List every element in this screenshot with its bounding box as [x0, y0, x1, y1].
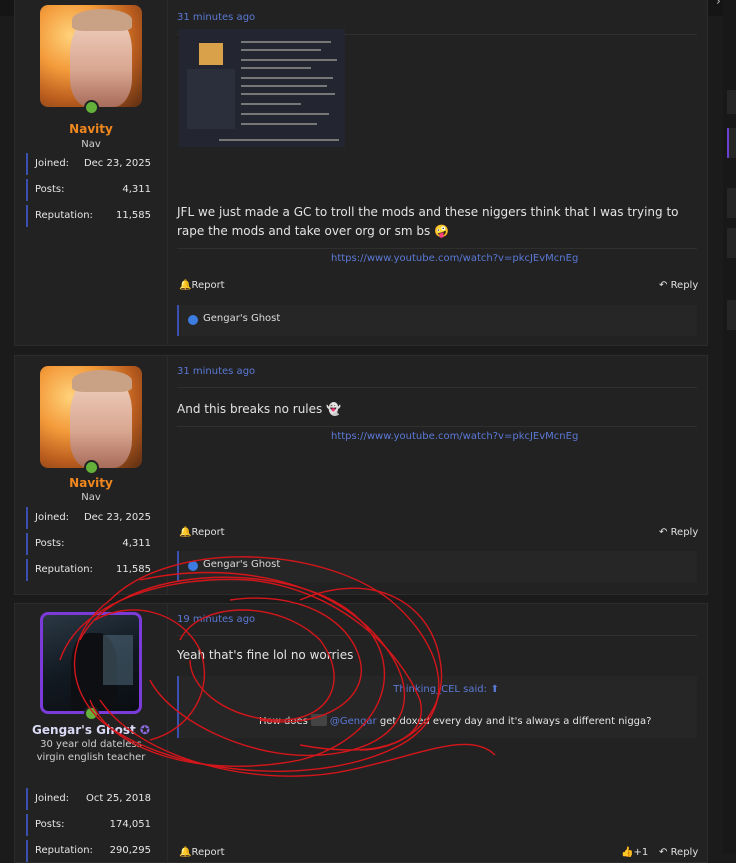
post: Navity Nav Joined: Dec 23, 2025 Posts: 4,3…	[14, 355, 708, 595]
author-title: 30 year old dateless virgin english teac…	[36, 739, 146, 763]
reply-button[interactable]: ↶ Reply	[659, 847, 698, 858]
report-button[interactable]: 🔔Report	[179, 527, 225, 538]
quote-author[interactable]: Thinking_CEL said:	[393, 684, 487, 695]
stat-posts: Posts: 174,051	[26, 814, 159, 836]
post-author-panel: Navity Nav Joined: Dec 23, 2025 Posts: 4,3…	[15, 0, 168, 345]
reply-button[interactable]: ↶ Reply	[659, 527, 698, 538]
stat-joined: Joined: Dec 23, 2025	[26, 507, 159, 529]
post-message: Yeah that's fine lol no worries	[177, 648, 354, 662]
post-timestamp[interactable]: 19 minutes ago	[177, 614, 255, 625]
post-message: JFL we just made a GC to troll the mods …	[177, 205, 679, 238]
avatar[interactable]	[40, 366, 142, 468]
right-sidebar-edge	[723, 0, 736, 854]
stat-joined: Joined: Dec 23, 2025	[26, 153, 159, 175]
jump-to-quote-icon[interactable]: ⬆	[491, 684, 499, 695]
stat-posts: Posts: 4,311	[26, 179, 159, 201]
stat-reputation: Reputation: 290,295	[26, 840, 159, 862]
author-title: Nav	[81, 492, 101, 503]
avatar[interactable]	[40, 612, 142, 714]
stat-reputation: Reputation: 11,585	[26, 559, 159, 581]
report-button[interactable]: 🔔Report	[179, 280, 225, 291]
quote-block: Thinking_CEL said: ⬆ How does @Gengar get…	[177, 676, 697, 738]
post: Gengar's Ghost ✪ 30 year old dateless vi…	[14, 603, 708, 863]
reaction-count[interactable]: 👍+1	[621, 847, 648, 858]
emoji-icon	[310, 714, 327, 726]
author-name[interactable]: Navity	[15, 476, 167, 490]
quote-text: How does @Gengar get doxed every day and …	[259, 714, 652, 727]
reactions-bar[interactable]: Gengar's Ghost	[177, 305, 697, 336]
verified-badge-icon: ✪	[139, 723, 150, 737]
post-author-panel: Gengar's Ghost ✪ 30 year old dateless vi…	[15, 604, 168, 862]
reactor-name[interactable]: Gengar's Ghost	[203, 313, 280, 324]
online-indicator-icon	[84, 460, 99, 475]
author-name[interactable]: Gengar's Ghost ✪	[15, 723, 167, 737]
online-indicator-icon	[84, 706, 99, 721]
post-message: And this breaks no rules 👻	[177, 402, 342, 416]
author-name[interactable]: Navity	[15, 122, 167, 136]
stat-reputation: Reputation: 11,585	[26, 205, 159, 227]
reactor-name[interactable]: Gengar's Ghost	[203, 559, 280, 570]
post-timestamp[interactable]: 31 minutes ago	[177, 12, 255, 23]
stat-posts: Posts: 4,311	[26, 533, 159, 555]
youtube-link[interactable]: https://www.youtube.com/watch?v=pkcJEvMc…	[331, 431, 578, 442]
report-button[interactable]: 🔔Report	[179, 847, 225, 858]
reply-button[interactable]: ↶ Reply	[659, 280, 698, 291]
user-mention[interactable]: @Gengar	[330, 716, 377, 727]
like-icon	[188, 315, 198, 325]
post: Navity Nav Joined: Dec 23, 2025 Posts: 4,3…	[14, 0, 708, 346]
embedded-screenshot-image[interactable]	[179, 29, 345, 147]
online-indicator-icon	[84, 100, 99, 115]
author-title: Nav	[81, 139, 101, 150]
reactions-bar[interactable]: Gengar's Ghost	[177, 551, 697, 582]
post-author-panel: Navity Nav Joined: Dec 23, 2025 Posts: 4,3…	[15, 356, 168, 594]
stat-joined: Joined: Oct 25, 2018	[26, 788, 159, 810]
chevron-right-icon[interactable]: ›	[716, 0, 721, 8]
like-icon	[188, 561, 198, 571]
post-timestamp[interactable]: 31 minutes ago	[177, 366, 255, 377]
avatar[interactable]	[40, 5, 142, 107]
youtube-link[interactable]: https://www.youtube.com/watch?v=pkcJEvMc…	[331, 253, 578, 264]
